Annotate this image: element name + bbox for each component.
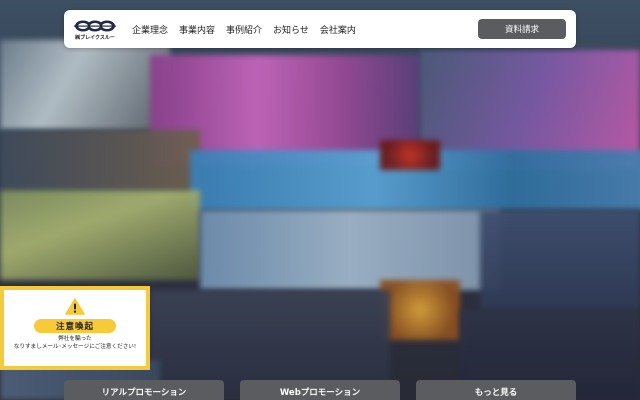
notice-badge: 注意喚起 — [33, 319, 116, 333]
bg-tile — [200, 210, 500, 290]
bg-tile — [380, 140, 440, 170]
warning-icon — [65, 298, 85, 315]
logo-mark-icon — [74, 20, 116, 32]
nav-item-news[interactable]: お知らせ — [273, 23, 309, 36]
notice-text-line2: なりすましメール･メッセージにご注意ください! — [13, 344, 137, 351]
site-header: ㈱ブレイクスルー 企業理念 事業内容 事例紹介 お知らせ 会社案内 資料請求 — [64, 10, 576, 48]
bg-tile — [380, 280, 460, 340]
web-promotion-button[interactable]: Webプロモーション — [240, 380, 400, 400]
real-promotion-button[interactable]: リアルプロモーション — [64, 380, 224, 400]
site-logo[interactable]: ㈱ブレイクスルー — [74, 15, 116, 43]
logo-text: ㈱ブレイクスルー — [75, 35, 115, 41]
nav-item-company[interactable]: 会社案内 — [320, 23, 356, 36]
bg-tile — [0, 190, 200, 280]
request-materials-button[interactable]: 資料請求 — [478, 19, 566, 39]
bg-tile — [0, 130, 200, 190]
main-nav: 企業理念 事業内容 事例紹介 お知らせ 会社案内 — [132, 23, 356, 36]
warning-notice-card[interactable]: 注意喚起 弊社を騙った なりすましメール･メッセージにご注意ください! — [0, 286, 150, 370]
see-more-button[interactable]: もっと見る — [416, 380, 576, 400]
bg-tile — [480, 210, 640, 310]
bg-tile — [0, 40, 170, 130]
nav-item-cases[interactable]: 事例紹介 — [226, 23, 262, 36]
notice-inner: 注意喚起 弊社を騙った なりすましメール･メッセージにご注意ください! — [4, 290, 146, 366]
notice-text-line1: 弊社を騙った — [58, 336, 92, 342]
nav-item-philosophy[interactable]: 企業理念 — [132, 23, 168, 36]
nav-item-business[interactable]: 事業内容 — [179, 23, 215, 36]
